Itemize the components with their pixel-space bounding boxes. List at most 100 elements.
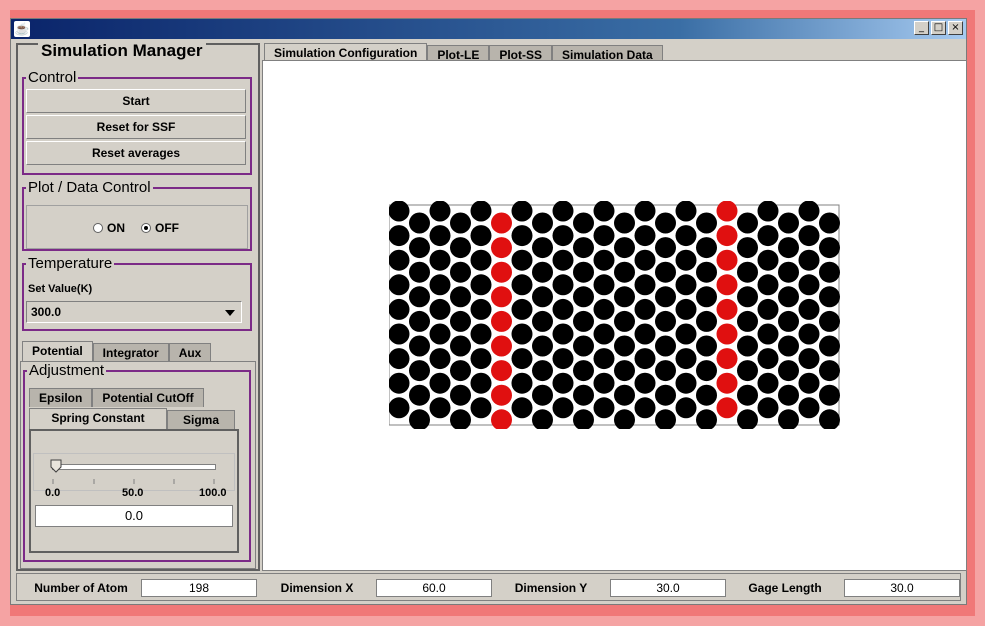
atom [511, 249, 533, 271]
atom [573, 409, 594, 429]
atom [409, 384, 430, 406]
atom [593, 274, 615, 296]
adjustment-front-tabs: Spring Constant Sigma [29, 408, 235, 429]
atom [573, 310, 594, 332]
atom [778, 360, 799, 382]
atom [798, 274, 820, 296]
atom [573, 335, 594, 357]
atom [593, 201, 615, 222]
title-bar[interactable]: ☕ _ □ × [11, 19, 966, 39]
atom [696, 409, 717, 429]
off-radio[interactable]: OFF [141, 221, 179, 235]
app-window: ☕ _ □ × Simulation Manager Control Start… [10, 18, 967, 605]
atom [675, 348, 697, 370]
atom [614, 409, 635, 429]
java-app-icon[interactable]: ☕ [14, 21, 30, 37]
reset-averages-button[interactable]: Reset averages [26, 141, 246, 165]
atom [450, 261, 471, 283]
atom [778, 212, 799, 234]
atom [634, 397, 656, 419]
atom [511, 201, 533, 222]
tab-integrator[interactable]: Integrator [92, 343, 169, 362]
atom [778, 237, 799, 259]
adjustment-group: Adjustment Epsilon Potential CutOff Spri… [23, 362, 251, 562]
atom [614, 237, 635, 259]
atom [655, 212, 676, 234]
atom [389, 249, 410, 271]
spring-constant-value-field[interactable]: 0.0 [35, 505, 233, 527]
atom [634, 298, 656, 320]
atom [552, 397, 574, 419]
tab-spring-constant[interactable]: Spring Constant [29, 408, 167, 429]
atom-highlighted [716, 201, 738, 222]
potential-tab-content: Adjustment Epsilon Potential CutOff Spri… [20, 361, 256, 569]
atom [389, 397, 410, 419]
atom [696, 360, 717, 382]
number-of-atom-label: Number of Atom [23, 579, 139, 597]
spring-constant-content: 0.0 50.0 100.0 0.0 [29, 429, 239, 553]
number-of-atom-field: 198 [141, 579, 257, 597]
adjustment-title: Adjustment [27, 362, 107, 379]
maximize-button[interactable]: □ [931, 21, 946, 35]
atom [757, 201, 779, 222]
tab-aux[interactable]: Aux [168, 343, 212, 362]
temperature-select[interactable]: 300.0 [26, 301, 242, 323]
tab-potential-cutoff[interactable]: Potential CutOff [92, 388, 204, 407]
atom [470, 348, 492, 370]
dropdown-arrow-icon[interactable] [225, 310, 235, 316]
control-group: Control Start Reset for SSF Reset averag… [22, 69, 252, 175]
atom [593, 323, 615, 345]
radio-selected-icon [141, 223, 151, 233]
atom-highlighted [716, 323, 738, 345]
atom [655, 286, 676, 308]
atom [552, 323, 574, 345]
tab-epsilon[interactable]: Epsilon [29, 388, 93, 407]
atom [450, 409, 471, 429]
atom-highlighted [716, 397, 738, 419]
atom [675, 397, 697, 419]
atom-highlighted [491, 237, 512, 259]
atom [798, 397, 820, 419]
atom [429, 274, 451, 296]
atom [737, 286, 758, 308]
start-button[interactable]: Start [26, 89, 246, 113]
atom [634, 323, 656, 345]
atom [819, 286, 840, 308]
atom-highlighted [491, 212, 512, 234]
atom [634, 348, 656, 370]
atom [614, 286, 635, 308]
reset-ssf-button[interactable]: Reset for SSF [26, 115, 246, 139]
simulation-canvas[interactable] [262, 60, 967, 571]
atom [757, 323, 779, 345]
atom [593, 225, 615, 247]
close-button[interactable]: × [948, 21, 963, 35]
atom [429, 372, 451, 394]
atom [757, 348, 779, 370]
gage-length-field: 30.0 [844, 579, 960, 597]
dimension-y-label: Dimension Y [493, 579, 609, 597]
atom [757, 274, 779, 296]
minimize-button[interactable]: _ [914, 21, 929, 35]
atom [819, 335, 840, 357]
atom [757, 249, 779, 271]
radio-off-state-icon [93, 223, 103, 233]
atom [532, 286, 553, 308]
atom [675, 323, 697, 345]
atom [696, 212, 717, 234]
slider-thumb-icon[interactable] [50, 459, 62, 473]
on-radio[interactable]: ON [93, 221, 125, 235]
atom-highlighted [491, 261, 512, 283]
temperature-value: 300.0 [31, 305, 62, 319]
atom [470, 201, 492, 222]
atom [614, 212, 635, 234]
atom [614, 335, 635, 357]
atom [675, 249, 697, 271]
tab-potential[interactable]: Potential [22, 341, 93, 362]
atom [470, 323, 492, 345]
atom [737, 384, 758, 406]
atom [778, 261, 799, 283]
tab-sigma[interactable]: Sigma [167, 410, 235, 429]
slider-track[interactable] [52, 464, 216, 470]
atom-highlighted [491, 310, 512, 332]
atom [757, 298, 779, 320]
